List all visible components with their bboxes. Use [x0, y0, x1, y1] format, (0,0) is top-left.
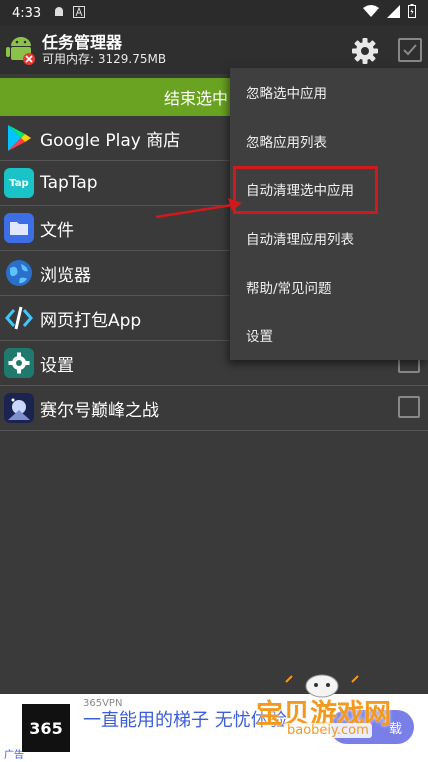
menu-item-ignore-selected[interactable]: 忽略选中应用 [230, 68, 428, 117]
status-bar: 4:33 [0, 0, 428, 26]
code-icon [4, 303, 34, 333]
battery-icon [408, 4, 416, 22]
android-debug-icon [53, 6, 65, 21]
menu-item-settings[interactable]: 设置 [230, 311, 428, 360]
check-icon [403, 44, 417, 56]
game-icon [4, 393, 34, 423]
menu-item-label: 帮助/常见问题 [246, 280, 332, 297]
app-name: 文件 [40, 220, 74, 241]
select-checkbox[interactable] [398, 396, 420, 418]
settings-gear-icon [4, 348, 34, 378]
menu-item-label: 忽略应用列表 [246, 134, 327, 151]
list-item[interactable]: 赛尔号巅峰之战 [0, 386, 428, 431]
overflow-menu: 忽略选中应用 忽略应用列表 自动清理选中应用 自动清理应用列表 帮助/常见问题 … [230, 68, 428, 360]
taptap-icon: Tap [4, 168, 34, 198]
signal-icon [387, 4, 400, 22]
ad-logo: 365 [22, 704, 70, 752]
watermark-url: baobeiy.com [284, 723, 372, 738]
menu-item-label: 设置 [246, 329, 273, 346]
app-title: 任务管理器 [42, 33, 123, 53]
app-toolbar: 任务管理器 可用内存: 3129.75MB [0, 26, 428, 74]
google-play-icon [4, 123, 34, 153]
menu-item-help[interactable]: 帮助/常见问题 [230, 262, 428, 311]
app-name: Google Play 商店 [40, 130, 181, 151]
app-name: 浏览器 [40, 265, 91, 286]
app-name: 赛尔号巅峰之战 [40, 400, 159, 421]
ad-brand: 365VPN [83, 698, 123, 709]
globe-icon [4, 258, 34, 288]
menu-item-label: 忽略选中应用 [246, 86, 327, 103]
android-robot-icon [6, 34, 36, 66]
highlight-box [233, 166, 378, 214]
menu-item-auto-clean-list[interactable]: 自动清理应用列表 [230, 214, 428, 263]
folder-icon [4, 213, 34, 243]
app-name: TapTap [40, 173, 98, 193]
status-time: 4:33 [12, 5, 42, 21]
select-all-checkbox[interactable] [398, 38, 422, 62]
red-arrow-icon [155, 198, 242, 219]
ad-tag: 广告 [4, 750, 24, 761]
wifi-icon [363, 5, 379, 21]
app-name: 网页打包App [40, 310, 142, 331]
menu-item-ignore-list[interactable]: 忽略应用列表 [230, 117, 428, 166]
app-name: 设置 [40, 355, 74, 376]
menu-item-label: 自动清理应用列表 [246, 232, 354, 249]
available-memory: 可用内存: 3129.75MB [42, 52, 167, 67]
settings-gear-icon[interactable] [350, 36, 380, 66]
notification-a-icon [73, 5, 86, 21]
end-selected-label: 结束选中 [163, 89, 228, 108]
